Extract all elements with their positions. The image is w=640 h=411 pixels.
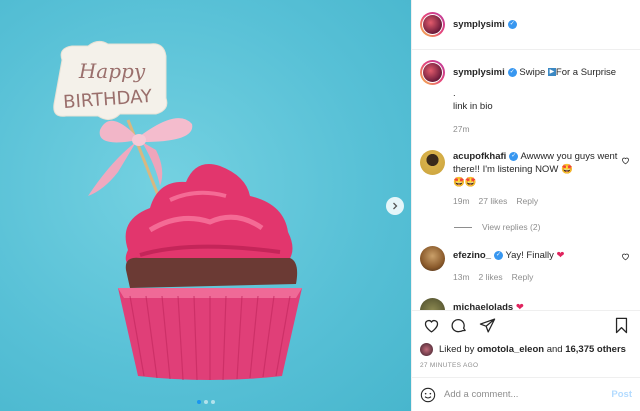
- reply-button[interactable]: Reply: [512, 271, 534, 284]
- add-comment-input[interactable]: Add a comment...: [444, 389, 611, 400]
- liked-by-and: and: [546, 344, 563, 355]
- reply-button[interactable]: Reply: [516, 195, 538, 208]
- comment-item: michaelolads ❤: [420, 298, 632, 310]
- commenter-avatar[interactable]: [420, 298, 445, 310]
- liker-avatar[interactable]: [420, 343, 433, 356]
- caption-username[interactable]: symplysimi: [453, 67, 505, 78]
- carousel-indicator: [0, 400, 411, 404]
- post-comment-button[interactable]: Post: [611, 389, 632, 400]
- comments-list: symplysimi ✓ Swipe ▶ For a Surprise . link…: [412, 50, 640, 310]
- post-actions-bar: [412, 310, 640, 340]
- comment-likes[interactable]: 27 likes: [479, 195, 508, 208]
- view-replies-label: View replies (2): [482, 222, 541, 232]
- star-struck-emoji: 🤩: [560, 164, 573, 175]
- verified-badge-icon: ✓: [494, 250, 504, 260]
- add-comment-bar: Add a comment... Post: [412, 377, 640, 411]
- instagram-post: Happy BIRTHDAY symplysimi ✓ symplysimi ✓…: [0, 0, 640, 411]
- red-heart-emoji: ❤: [515, 302, 524, 310]
- post-image[interactable]: Happy BIRTHDAY: [0, 0, 411, 411]
- chevron-right-icon: [393, 202, 398, 210]
- caption-text-prefix: Swipe: [519, 67, 546, 78]
- verified-badge-icon: ✓: [507, 20, 517, 29]
- comment-item: efezino_ ✓ Yay! Finally ❤ 13m 2 likes Rep…: [420, 246, 632, 284]
- emoji-smiley-icon[interactable]: [420, 387, 436, 403]
- play-icon: ▶: [547, 68, 556, 77]
- post-side-panel: symplysimi ✓ symplysimi ✓ Swipe ▶ For a Su…: [411, 0, 640, 411]
- like-comment-heart-icon[interactable]: [621, 156, 630, 165]
- author-username[interactable]: symplysimi: [453, 19, 505, 30]
- comment-likes[interactable]: 2 likes: [479, 271, 503, 284]
- caption-time: 27m: [453, 124, 470, 134]
- birthday-card: Happy BIRTHDAY: [53, 40, 168, 120]
- comment-bubble-icon[interactable]: [448, 315, 470, 337]
- caption-link-text: link in bio: [453, 101, 493, 112]
- verified-badge-icon: ✓: [509, 151, 519, 161]
- carousel-dot-1: [196, 400, 201, 404]
- carousel-dot-2: [203, 400, 208, 404]
- commenter-username[interactable]: michaelolads: [453, 302, 513, 310]
- commenter-avatar[interactable]: [420, 150, 445, 175]
- comment-emoji-line: 🤩🤩: [453, 177, 477, 188]
- divider-line: [454, 226, 472, 228]
- liked-by-others[interactable]: 16,375 others: [565, 344, 626, 355]
- view-replies-button[interactable]: View replies (2): [454, 222, 632, 232]
- like-heart-icon[interactable]: [420, 315, 442, 337]
- caption-text-suffix: For a Surprise: [555, 67, 617, 78]
- comment-text: Yay! Finally: [505, 250, 554, 261]
- like-comment-heart-icon[interactable]: [621, 252, 630, 261]
- post-header: symplysimi ✓: [412, 0, 640, 50]
- caption-avatar[interactable]: [420, 60, 445, 85]
- caption-dot: .: [453, 88, 456, 99]
- comment-time: 13m: [453, 272, 470, 282]
- caption: symplysimi ✓ Swipe ▶ For a Surprise . link…: [420, 60, 632, 136]
- liked-by-user[interactable]: omotola_eleon: [477, 344, 544, 355]
- comment-item: acupofkhafi ✓ Awwww you guys went there!!…: [420, 150, 632, 208]
- author-avatar[interactable]: [420, 12, 445, 37]
- post-timestamp[interactable]: 27 MINUTES AGO: [412, 356, 640, 369]
- liked-by: Liked by omotola_eleon and 16,375 others: [412, 340, 640, 356]
- verified-badge-icon: ✓: [507, 67, 517, 77]
- share-paper-plane-icon[interactable]: [476, 315, 498, 337]
- next-slide-button[interactable]: [386, 197, 404, 215]
- commenter-avatar[interactable]: [420, 246, 445, 271]
- commenter-username[interactable]: acupofkhafi: [453, 151, 506, 162]
- card-line-1: Happy: [78, 59, 146, 83]
- carousel-dot-3: [210, 400, 215, 404]
- commenter-username[interactable]: efezino_: [453, 250, 491, 261]
- red-heart-emoji: ❤: [556, 250, 565, 261]
- save-bookmark-icon[interactable]: [610, 315, 632, 337]
- liked-by-prefix: Liked by: [439, 344, 475, 355]
- cupcake-illustration: Happy BIRTHDAY: [53, 40, 302, 381]
- comment-time: 19m: [453, 196, 470, 206]
